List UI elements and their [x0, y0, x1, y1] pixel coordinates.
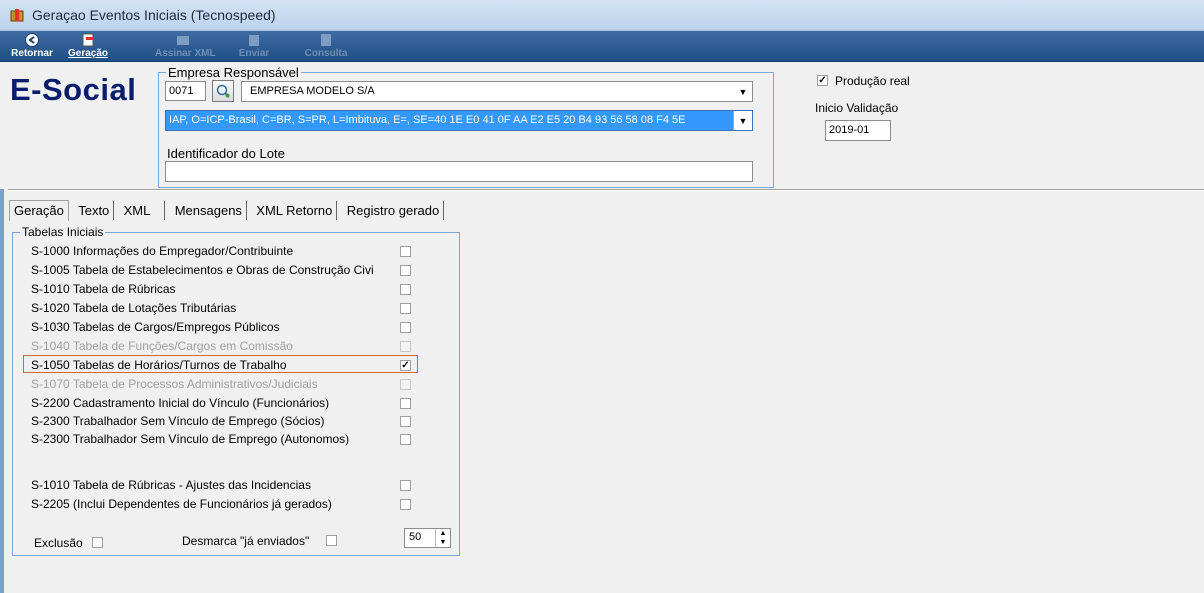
left-edge-bar: [0, 189, 4, 593]
row-label-s2300-autonomos: S-2300 Trabalhador Sem Vínculo de Empreg…: [31, 432, 350, 446]
consulta-button[interactable]: Consulta: [298, 33, 354, 61]
query-icon: [321, 34, 331, 46]
lote-label: Identificador do Lote: [167, 146, 285, 161]
lote-input[interactable]: [165, 161, 753, 182]
row-label-s1010-ajustes: S-1010 Tabela de Rúbricas - Ajustes das …: [31, 478, 311, 492]
empresa-legend: Empresa Responsável: [166, 65, 301, 80]
row-label-s1050: S-1050 Tabelas de Horários/Turnos de Tra…: [31, 358, 287, 372]
empresa-code-input[interactable]: 0071: [165, 81, 206, 101]
row-label-s2205: S-2205 (Inclui Dependentes de Funcionári…: [31, 497, 332, 511]
checkbox-s1010-ajustes[interactable]: [400, 480, 411, 491]
enviar-button[interactable]: Enviar: [226, 33, 282, 61]
checkbox-s2300-socios[interactable]: [400, 416, 411, 427]
row-label-s1040: S-1040 Tabela de Funções/Cargos em Comis…: [31, 339, 293, 353]
stepper-arrows-icon[interactable]: ▲ ▼: [435, 529, 450, 547]
checkbox-s1005[interactable]: [400, 265, 411, 276]
producao-real-checkbox[interactable]: ✓: [817, 75, 828, 86]
assinar-xml-button[interactable]: Assinar XML: [155, 33, 216, 61]
retornar-label: Retornar: [11, 48, 53, 59]
row-label-s1000: S-1000 Informações do Empregador/Contrib…: [31, 244, 294, 258]
row-label-s1070: S-1070 Tabela de Processos Administrativ…: [31, 377, 318, 391]
row-label-s1005: S-1005 Tabela de Estabelecimentos e Obra…: [31, 263, 374, 277]
certificate-value: IAP, O=ICP-Brasil, C=BR, S=PR, L=Imbituv…: [169, 114, 686, 126]
empresa-lookup-button[interactable]: [212, 80, 234, 102]
tab-texto[interactable]: Texto: [74, 201, 115, 220]
row-label-s1010: S-1010 Tabela de Rúbricas: [31, 282, 176, 296]
geracao-label: Geração: [67, 48, 109, 59]
send-icon: [249, 35, 259, 46]
producao-real-label: Produção real: [835, 74, 910, 88]
checkbox-s1000[interactable]: [400, 246, 411, 257]
tabelas-iniciais-legend: Tabelas Iniciais: [20, 225, 106, 239]
desmarca-checkbox[interactable]: [326, 535, 337, 546]
app-icon: [10, 9, 24, 22]
tab-bar: Geração Texto XML Mensagens XML Retorno …: [9, 200, 446, 221]
checkbox-s1010[interactable]: [400, 284, 411, 295]
checkbox-s2205[interactable]: [400, 499, 411, 510]
checkbox-s1020[interactable]: [400, 303, 411, 314]
window-title-bar: Geraçao Eventos Iniciais (Tecnospeed): [0, 0, 1204, 31]
tab-xml-retorno[interactable]: XML Retorno: [252, 201, 338, 220]
row-label-s1020: S-1020 Tabela de Lotações Tributárias: [31, 301, 237, 315]
checkbox-s1030[interactable]: [400, 322, 411, 333]
assinar-xml-label: Assinar XML: [155, 48, 216, 59]
quantity-stepper[interactable]: 50 ▲ ▼: [404, 528, 451, 548]
desmarca-label: Desmarca "já enviados": [182, 534, 310, 548]
toolbar: Retornar Geração Assinar XML Enviar Cons…: [0, 31, 1204, 62]
checkbox-s1070[interactable]: [400, 379, 411, 390]
generate-icon: [82, 33, 94, 47]
esocial-logo-text: E-Social: [10, 72, 137, 107]
exclusao-label: Exclusão: [34, 536, 83, 550]
checkbox-s2300-autonomos[interactable]: [400, 434, 411, 445]
chevron-down-icon[interactable]: ▼: [733, 111, 752, 130]
stepper-value: 50: [409, 531, 422, 543]
row-label-s2200: S-2200 Cadastramento Inicial do Vínculo …: [31, 396, 330, 410]
retornar-button[interactable]: Retornar: [4, 33, 60, 61]
checkbox-s1050[interactable]: ✓: [400, 360, 411, 371]
back-arrow-icon: [25, 33, 39, 47]
tab-xml[interactable]: XML: [120, 201, 166, 220]
empresa-select[interactable]: EMPRESA MODELO S/A ▼: [241, 81, 753, 102]
search-icon: [216, 84, 230, 98]
sign-icon: [177, 36, 189, 45]
checkbox-s2200[interactable]: [400, 398, 411, 409]
divider: [8, 189, 1204, 191]
checkbox-s1040[interactable]: [400, 341, 411, 352]
tab-geracao[interactable]: Geração: [9, 200, 69, 221]
chevron-down-icon[interactable]: ▼: [734, 82, 752, 101]
tab-mensagens[interactable]: Mensagens: [171, 201, 247, 220]
window-title: Geraçao Eventos Iniciais (Tecnospeed): [32, 7, 276, 23]
empresa-name-value: EMPRESA MODELO S/A: [250, 85, 375, 97]
row-label-s1030: S-1030 Tabelas de Cargos/Empregos Públic…: [31, 320, 280, 334]
enviar-label: Enviar: [238, 48, 270, 59]
geracao-button[interactable]: Geração: [60, 33, 116, 61]
inicio-validacao-input[interactable]: 2019-01: [825, 120, 891, 141]
row-label-s2300-socios: S-2300 Trabalhador Sem Vínculo de Empreg…: [31, 414, 325, 428]
consulta-label: Consulta: [304, 48, 348, 59]
exclusao-checkbox[interactable]: [92, 537, 103, 548]
inicio-validacao-label: Inicio Validação: [815, 101, 899, 115]
tab-registro-gerado[interactable]: Registro gerado: [343, 201, 445, 220]
certificate-select[interactable]: IAP, O=ICP-Brasil, C=BR, S=PR, L=Imbituv…: [165, 110, 753, 131]
